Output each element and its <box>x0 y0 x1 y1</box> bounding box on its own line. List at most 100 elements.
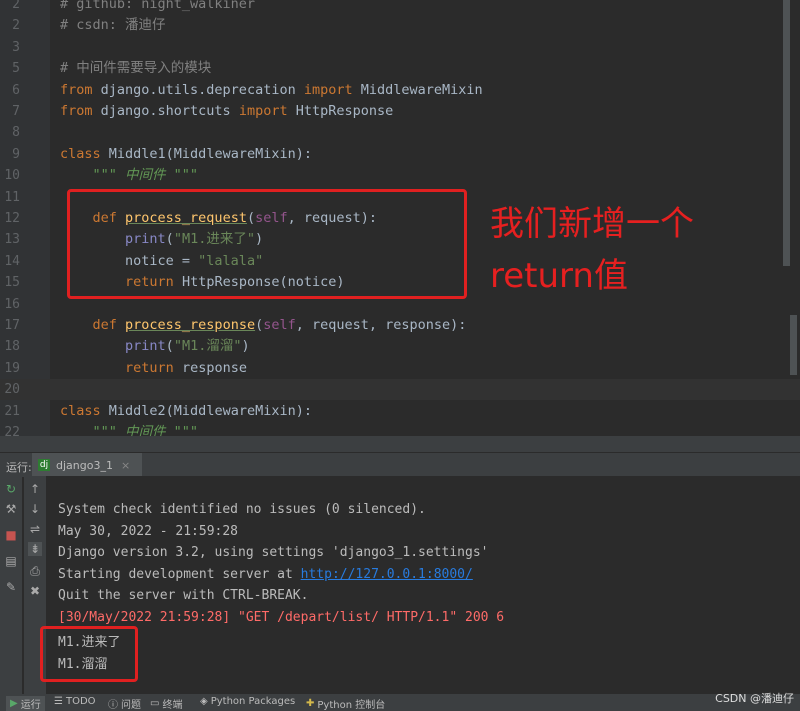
info-icon: ⓘ <box>108 700 118 711</box>
code-text: from django.shortcuts import HttpRespons… <box>60 103 394 119</box>
code-text: """ 中间件 """ <box>92 167 199 184</box>
highlight-box-output <box>40 626 138 682</box>
django-icon: dj <box>38 459 50 471</box>
watermark: CSDN @潘迪仔 <box>715 692 794 705</box>
run-tool-window-header: 运行: dj django3_1 × <box>0 452 800 480</box>
list-icon: ☰ <box>54 696 63 707</box>
editor-scroll-marker[interactable] <box>790 315 797 375</box>
run-console-output[interactable]: System check identified no issues (0 sil… <box>40 476 800 694</box>
play-icon: ▶ <box>10 698 18 709</box>
code-text: # github: night_walkiner <box>60 0 256 12</box>
todo-label: TODO <box>65 696 96 707</box>
python-console-label: Python 控制台 <box>317 700 386 711</box>
code-line[interactable]: 19 return response <box>0 358 800 379</box>
server-url-link[interactable]: http://127.0.0.1:8000/ <box>301 567 473 582</box>
terminal-label: 终端 <box>162 700 183 711</box>
annotation-text: 我们新增一个 return值 <box>490 198 694 302</box>
code-line[interactable]: 10 """ 中间件 """ <box>0 165 800 186</box>
run-label: 运行: <box>6 461 32 474</box>
panel-splitter[interactable] <box>0 436 800 452</box>
problems-tool-button[interactable]: ⓘ 问题 <box>108 696 141 711</box>
code-line[interactable]: 22 """ 中间件 """ <box>0 422 800 436</box>
console-line: Django version 3.2, using settings 'djan… <box>58 545 489 560</box>
code-line[interactable]: 9 class Middle1(MiddlewareMixin): <box>0 144 800 165</box>
line-number: 10 <box>4 168 20 184</box>
code-text: # 中间件需要导入的模块 <box>60 60 212 77</box>
stop-icon[interactable]: ■ <box>4 528 18 542</box>
code-text: # csdn: 潘迪仔 <box>60 17 166 34</box>
trash-icon[interactable]: ✖ <box>28 584 42 598</box>
console-line: System check identified no issues (0 sil… <box>58 502 426 517</box>
console-line: Starting development server at http://12… <box>58 566 473 582</box>
code-line[interactable]: 18 print("M1.溜溜") <box>0 336 800 357</box>
code-text: class Middle2(MiddlewareMixin): <box>60 402 312 419</box>
scroll-up-icon[interactable]: ↑ <box>28 482 42 496</box>
annotation-line-1: 我们新增一个 <box>490 204 694 244</box>
console-line: [30/May/2022 21:59:28] "GET /depart/list… <box>58 609 505 625</box>
layout-icon[interactable]: ▤ <box>4 554 18 568</box>
pin-icon[interactable]: ✎ <box>4 580 18 594</box>
scroll-to-end-icon[interactable]: ⇟ <box>28 542 42 556</box>
line-number: 17 <box>4 318 20 333</box>
python-packages-tool-button[interactable]: ◈ Python Packages <box>200 696 295 707</box>
code-line[interactable]: 2 # github: night_walkiner <box>0 0 800 15</box>
code-editor[interactable]: 2 # github: night_walkiner 2 # csdn: 潘迪仔 3 5 #… <box>0 0 800 436</box>
code-line[interactable]: 6 from django.utils.deprecation import Mi… <box>0 80 800 101</box>
line-number: 18 <box>4 339 20 355</box>
line-number: 2 <box>12 18 20 34</box>
line-number: 19 <box>4 360 20 376</box>
code-line[interactable]: 3 <box>0 37 800 58</box>
python-console-tool-button[interactable]: ✚ Python 控制台 <box>306 696 385 711</box>
terminal-icon: ▭ <box>150 698 160 709</box>
run-tool-button[interactable]: ▶ 运行 <box>6 696 45 711</box>
line-number: 13 <box>4 232 20 248</box>
line-number: 21 <box>4 403 20 419</box>
python-packages-label: Python Packages <box>210 696 296 707</box>
code-line[interactable]: 2 # csdn: 潘迪仔 <box>0 15 800 36</box>
packages-icon: ◈ <box>200 696 208 707</box>
line-number: 15 <box>4 275 20 291</box>
line-number: 6 <box>12 82 20 98</box>
annotation-line-2: return值 <box>490 256 628 296</box>
code-line[interactable]: 21 class Middle2(MiddlewareMixin): <box>0 401 800 422</box>
code-line[interactable]: 17 def process_response(self, request, r… <box>0 315 800 336</box>
console-line: Quit the server with CTRL-BREAK. <box>58 588 309 603</box>
line-number: 9 <box>12 146 20 162</box>
close-tab-icon[interactable]: × <box>121 459 130 472</box>
code-line[interactable]: 20 <box>0 379 800 401</box>
line-number: 20 <box>4 382 20 398</box>
soft-wrap-icon[interactable]: ⇌ <box>28 522 42 536</box>
highlight-box-process-request <box>67 189 467 299</box>
editor-scrollbar[interactable] <box>783 0 790 266</box>
problems-label: 问题 <box>121 700 141 711</box>
line-number: 3 <box>12 39 20 55</box>
tool-window-bar: ▶ 运行 ☰ TODO ⓘ 问题 ▭ 终端 ◈ Python Packages … <box>0 692 800 711</box>
code-text: def process_response(self, request, resp… <box>92 317 467 333</box>
todo-tool-button[interactable]: ☰ TODO <box>54 696 96 707</box>
run-toolbar-left: ↻ ⚒ ■ ▤ ✎ <box>0 476 22 694</box>
line-number: 11 <box>4 189 20 205</box>
line-number: 16 <box>4 296 20 312</box>
line-number: 8 <box>12 125 20 141</box>
console-line: May 30, 2022 - 21:59:28 <box>58 523 239 539</box>
line-number: 22 <box>4 425 20 436</box>
line-number: 5 <box>12 61 20 77</box>
code-text: from django.utils.deprecation import Mid… <box>60 81 483 98</box>
terminal-tool-button[interactable]: ▭ 终端 <box>150 696 182 711</box>
line-number: 14 <box>4 253 20 269</box>
run-tab-label: django3_1 <box>56 458 113 472</box>
code-line[interactable]: 8 <box>0 122 800 143</box>
line-number: 2 <box>12 0 20 12</box>
code-text: class Middle1(MiddlewareMixin): <box>60 145 312 162</box>
code-text: """ 中间件 """ <box>92 424 199 436</box>
line-number: 12 <box>4 211 20 226</box>
run-tool-label: 运行 <box>20 700 41 711</box>
rerun-icon[interactable]: ↻ <box>4 482 18 496</box>
scroll-down-icon[interactable]: ↓ <box>28 502 42 516</box>
code-line[interactable]: 5 # 中间件需要导入的模块 <box>0 58 800 79</box>
code-line[interactable]: 7 from django.shortcuts import HttpRespon… <box>0 101 800 122</box>
wrench-icon[interactable]: ⚒ <box>4 502 18 516</box>
line-number: 7 <box>12 104 20 119</box>
code-text: return response <box>125 359 247 376</box>
print-icon[interactable]: ⎙ <box>28 564 42 578</box>
